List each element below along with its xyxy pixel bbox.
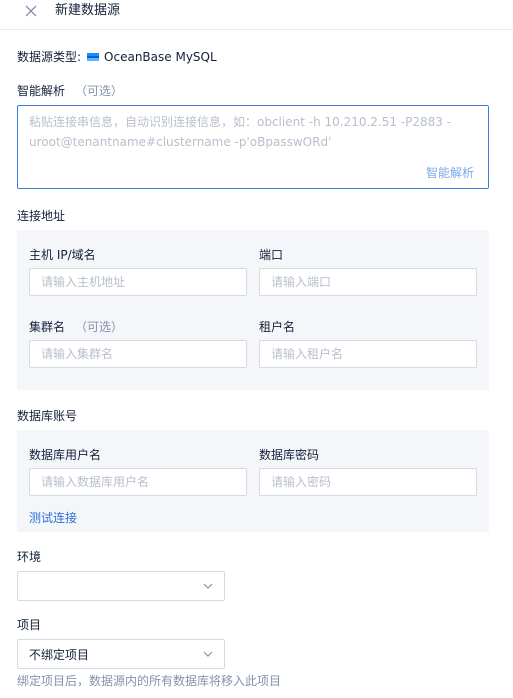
- project-select-value: 不绑定项目: [29, 648, 90, 662]
- cluster-optional: （可选）: [75, 320, 124, 334]
- host-label: 主机 IP/域名: [29, 248, 96, 262]
- page-title: 新建数据源: [55, 3, 121, 18]
- datasource-type-row: 数据源类型: OceanBase MySQL: [17, 49, 217, 65]
- smart-parse-label: 智能解析 （可选）: [17, 83, 123, 99]
- datasource-type-value: OceanBase MySQL: [104, 50, 217, 64]
- password-input[interactable]: [259, 468, 477, 496]
- smart-parse-optional: （可选）: [75, 84, 124, 98]
- smart-parse-title: 智能解析: [17, 84, 66, 98]
- test-connection-link[interactable]: 测试连接: [29, 510, 77, 526]
- environment-select[interactable]: [17, 571, 225, 601]
- cluster-label: 集群名 （可选）: [29, 319, 123, 335]
- username-label: 数据库用户名: [29, 448, 102, 462]
- port-label: 端口: [259, 248, 284, 262]
- chevron-down-icon: [203, 651, 213, 657]
- smart-parse-placeholder: 粘贴连接串信息，自动识别连接信息，如：obclient -h 10.210.2.…: [29, 115, 452, 149]
- drawer-header: 新建数据源: [0, 0, 513, 30]
- close-icon[interactable]: [24, 4, 38, 18]
- host-input[interactable]: [29, 268, 247, 296]
- cluster-input[interactable]: [29, 340, 247, 368]
- account-panel: 数据库用户名 数据库密码 测试连接: [17, 430, 489, 532]
- account-section-title: 数据库账号: [17, 409, 78, 423]
- username-input[interactable]: [29, 468, 247, 496]
- chevron-down-icon: [203, 583, 213, 589]
- environment-label: 环境: [17, 550, 42, 564]
- smart-parse-button[interactable]: 智能解析: [426, 164, 474, 181]
- oceanbase-logo-icon: [87, 53, 100, 61]
- cluster-label-text: 集群名: [29, 320, 66, 334]
- password-label: 数据库密码: [259, 448, 320, 462]
- datasource-type-label: 数据源类型:: [17, 50, 82, 64]
- connection-section-title: 连接地址: [17, 209, 66, 223]
- tenant-label: 租户名: [259, 320, 296, 334]
- port-input[interactable]: [259, 268, 477, 296]
- connection-panel: 主机 IP/域名 端口 集群名 （可选） 租户名: [17, 230, 489, 390]
- tenant-input[interactable]: [259, 340, 477, 368]
- project-select[interactable]: 不绑定项目: [17, 639, 225, 669]
- project-hint: 绑定项目后，数据源内的所有数据库将移入此项目: [17, 674, 282, 688]
- project-label: 项目: [17, 618, 42, 632]
- smart-parse-textarea[interactable]: 粘贴连接串信息，自动识别连接信息，如：obclient -h 10.210.2.…: [17, 105, 489, 189]
